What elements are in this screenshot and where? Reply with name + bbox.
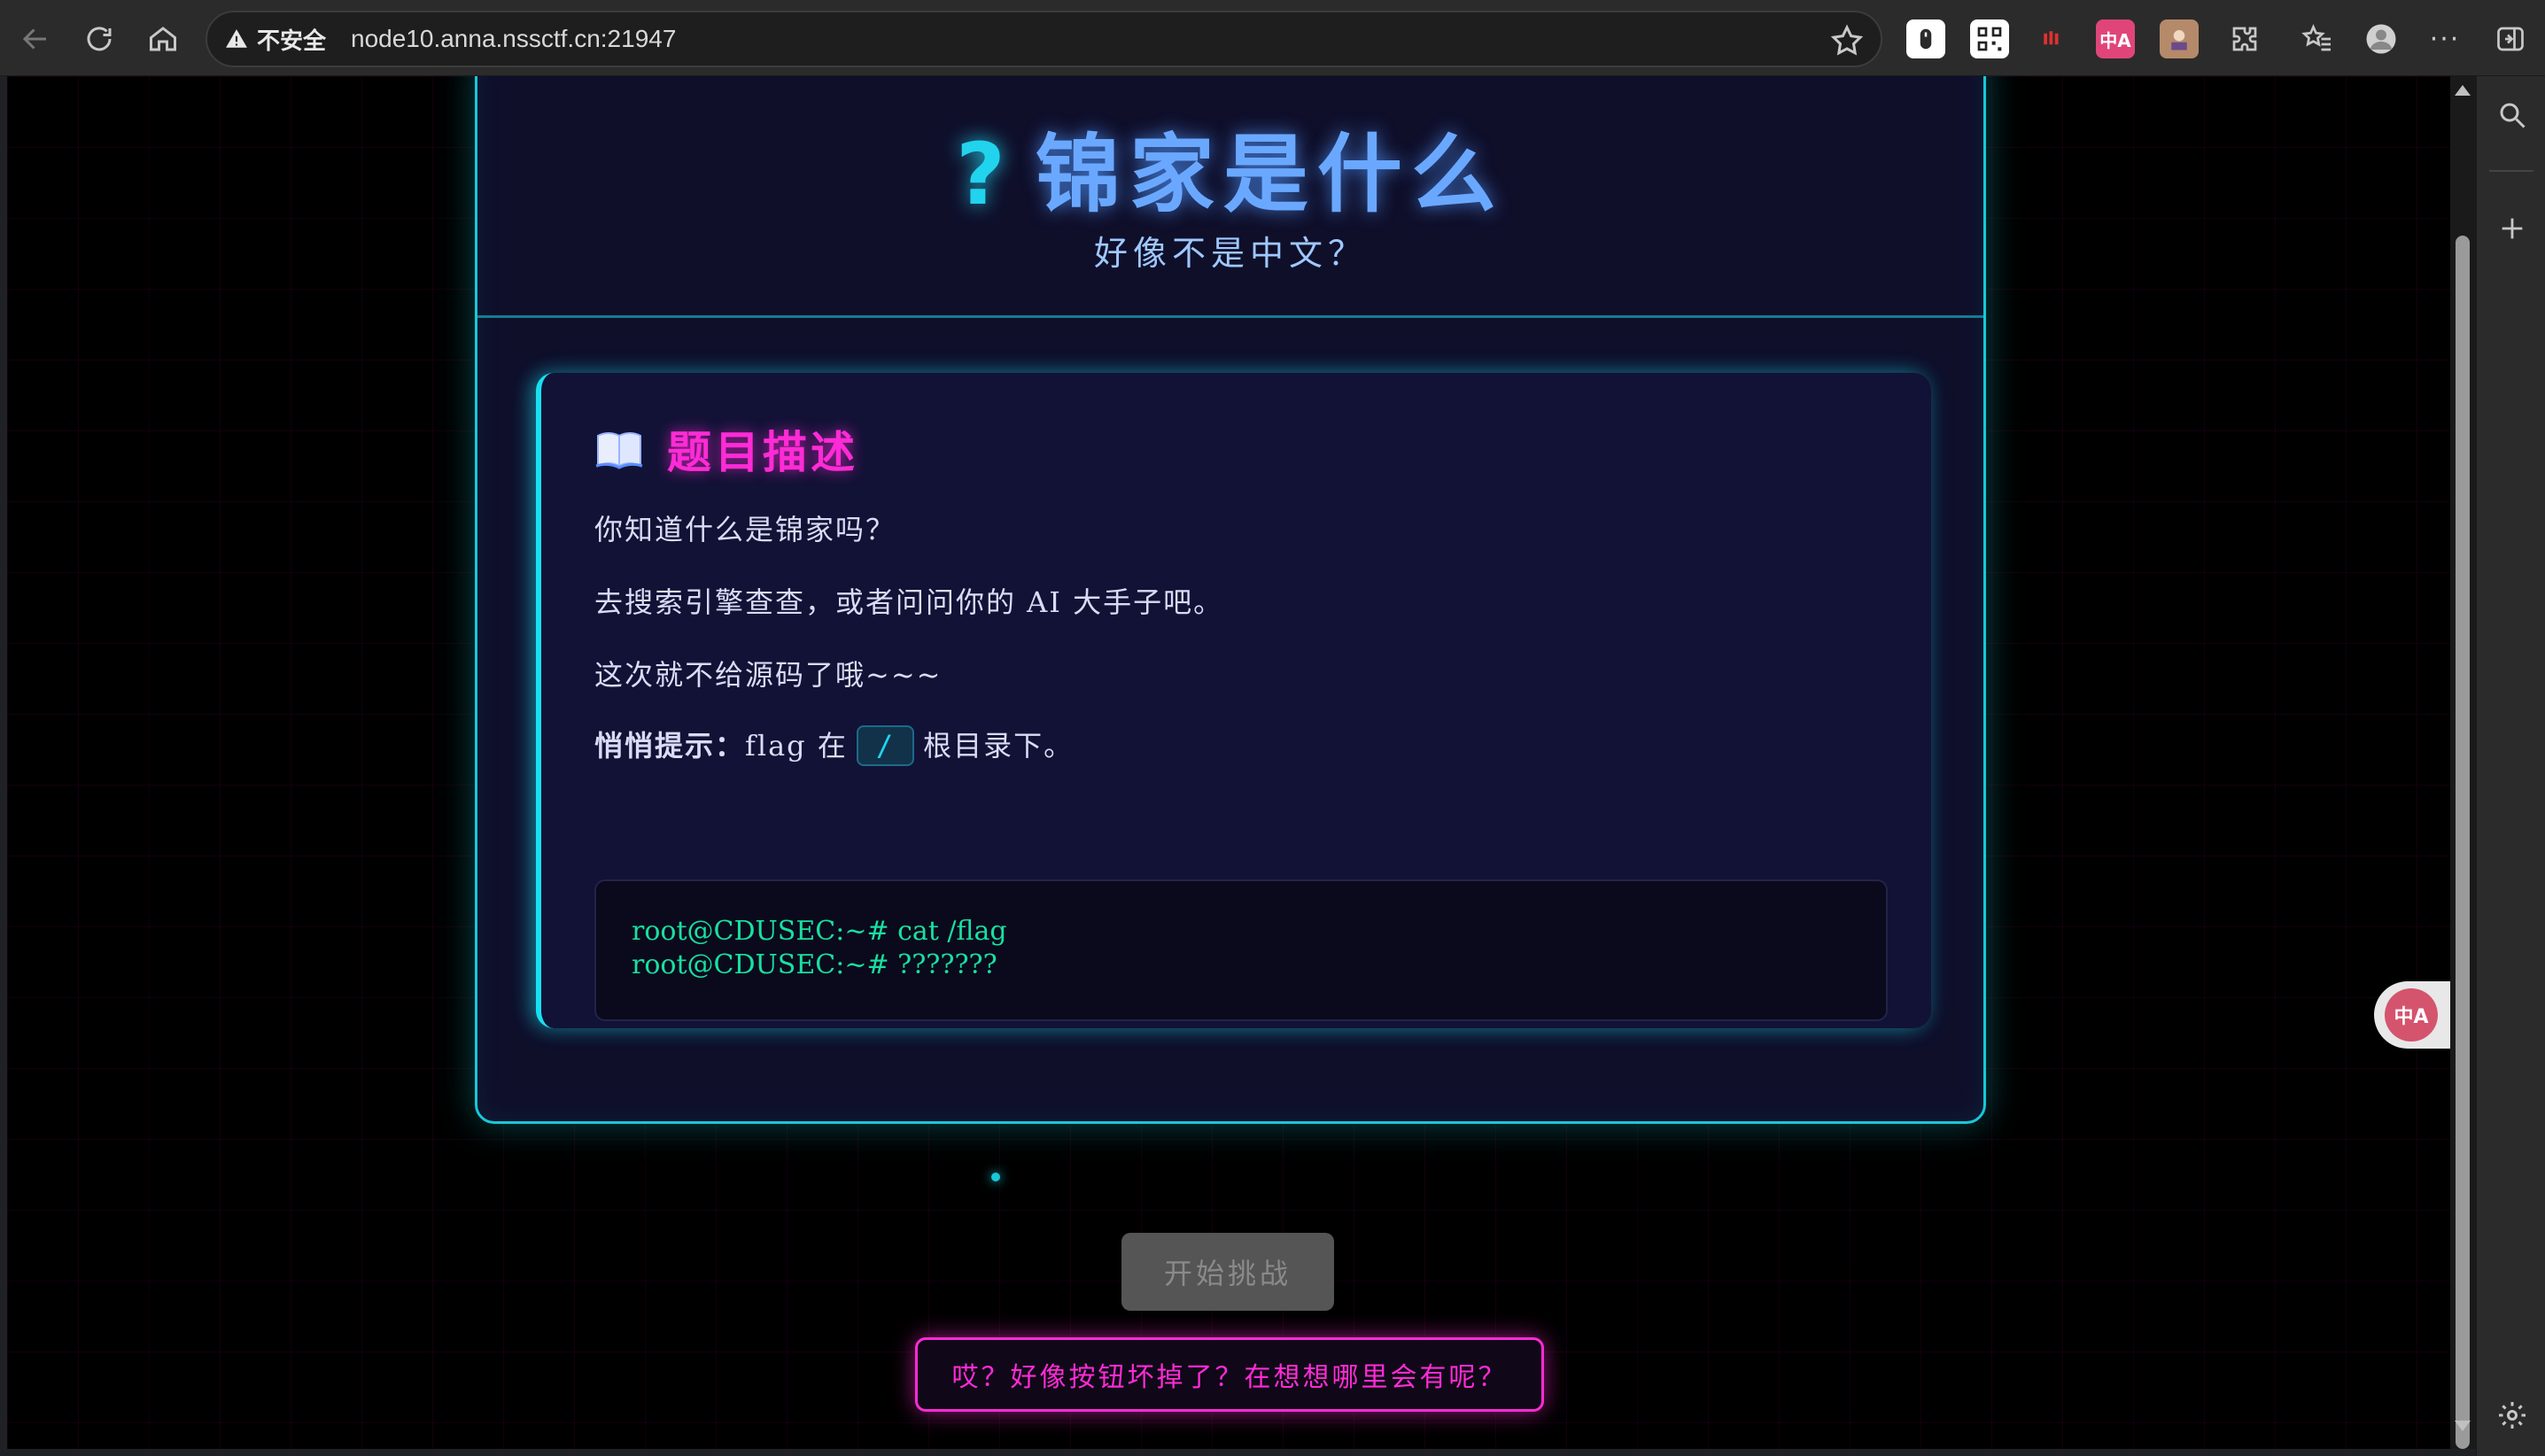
description-heading: 题目描述	[594, 417, 858, 481]
favorite-button[interactable]	[1829, 23, 1865, 58]
terminal-line-1: root@CDUSEC:~# cat /flag	[632, 916, 1007, 947]
terminal-block: root@CDUSEC:~# cat /flag root@CDUSEC:~# …	[594, 879, 1888, 1021]
page-scrollbar[interactable]	[2450, 76, 2476, 1449]
description-line-3: 这次就不给源码了哦~~~	[594, 658, 943, 692]
extension-bars-icon[interactable]	[2032, 19, 2071, 58]
hint-text-after: 根目录下。	[923, 729, 1075, 763]
back-button[interactable]	[14, 18, 57, 60]
extension-avatar-icon[interactable]	[2160, 19, 2199, 58]
page-subtitle: 好像不是中文？	[1093, 234, 1367, 273]
hint-code: /	[856, 725, 915, 766]
extension-translate-icon[interactable]: 中A	[2096, 19, 2135, 58]
description-line-1: 你知道什么是锦家吗？	[594, 513, 896, 546]
reload-button[interactable]	[78, 18, 120, 60]
extensions-button[interactable]	[2223, 18, 2266, 60]
side-divider	[2489, 170, 2533, 172]
card-header: ? 锦家是什么 好像不是中文？	[477, 76, 1983, 318]
puzzle-icon	[2232, 27, 2257, 51]
page-title-text: 锦家是什么	[1035, 124, 1505, 224]
page-title: ? 锦家是什么	[477, 105, 1983, 228]
back-arrow-icon	[22, 28, 46, 50]
favorites-button[interactable]	[2296, 18, 2339, 60]
home-button[interactable]	[142, 18, 184, 60]
page-viewport: ? 锦家是什么 好像不是中文？ 题目描述 你知道什么是锦家吗？ 去搜索引擎查查，或…	[7, 76, 2450, 1449]
description-line-2: 去搜索引擎查查，或者问问你的 AI 大手子吧。	[594, 585, 1224, 619]
plus-icon	[2502, 218, 2523, 239]
avatar-icon	[2366, 24, 2396, 54]
favorites-icon	[2301, 24, 2331, 51]
warning-icon	[226, 29, 247, 48]
more-dots-icon: ···	[2429, 23, 2461, 55]
hint-text-before: flag 在	[745, 729, 848, 763]
floating-translate-button[interactable]: 中A	[2374, 981, 2450, 1049]
profile-button[interactable]	[2360, 18, 2402, 60]
terminal-line-2: root@CDUSEC:~# ???????	[632, 949, 997, 980]
book-icon	[595, 432, 643, 469]
security-label: 不安全	[257, 27, 327, 55]
description-heading-text: 题目描述	[667, 426, 858, 478]
side-search-button[interactable]	[2493, 96, 2532, 135]
start-challenge-button[interactable]: 开始挑战	[1121, 1233, 1334, 1311]
reload-icon	[87, 27, 112, 51]
description-panel: 题目描述 你知道什么是锦家吗？ 去搜索引擎查查，或者问问你的 AI 大手子吧。 …	[536, 373, 1931, 1028]
search-icon	[2500, 103, 2526, 128]
sidebar-toggle-button[interactable]	[2489, 18, 2532, 60]
scrollbar-thumb[interactable]	[2456, 236, 2470, 1449]
security-warning[interactable]: 不安全	[225, 23, 326, 56]
hint-line: 悄悄提示：flag 在 / 根目录下。	[594, 724, 1074, 766]
scroll-down-arrow-icon[interactable]	[2455, 1421, 2471, 1431]
extension-mouse-icon[interactable]	[1906, 19, 1945, 58]
question-mark-icon: ?	[956, 125, 1014, 224]
translate-icon: 中A	[2385, 988, 2438, 1042]
browser-toolbar: 不安全 node10.anna.nssctf.cn:21947 中A ···	[0, 0, 2545, 76]
more-menu-button[interactable]: ···	[2424, 18, 2466, 60]
sidebar-toggle-icon	[2497, 27, 2524, 51]
translate-ext-label: 中A	[2099, 29, 2131, 51]
glow-dot	[991, 1173, 1000, 1181]
star-icon	[1830, 24, 1864, 56]
address-bar[interactable]: 不安全 node10.anna.nssctf.cn:21947	[206, 11, 1882, 67]
hint-label: 悄悄提示：	[594, 729, 746, 763]
broken-button-hint[interactable]: 哎？好像按钮坏掉了？在想想哪里会有呢？	[915, 1337, 1544, 1412]
side-settings-button[interactable]	[2493, 1396, 2532, 1435]
side-add-button[interactable]	[2493, 209, 2532, 248]
extension-qrcode-icon[interactable]	[1970, 19, 2009, 58]
url-text[interactable]: node10.anna.nssctf.cn:21947	[351, 25, 676, 53]
home-icon	[150, 27, 176, 51]
browser-side-panel	[2476, 76, 2545, 1456]
scroll-up-arrow-icon[interactable]	[2455, 85, 2471, 96]
gear-icon	[2499, 1402, 2526, 1429]
